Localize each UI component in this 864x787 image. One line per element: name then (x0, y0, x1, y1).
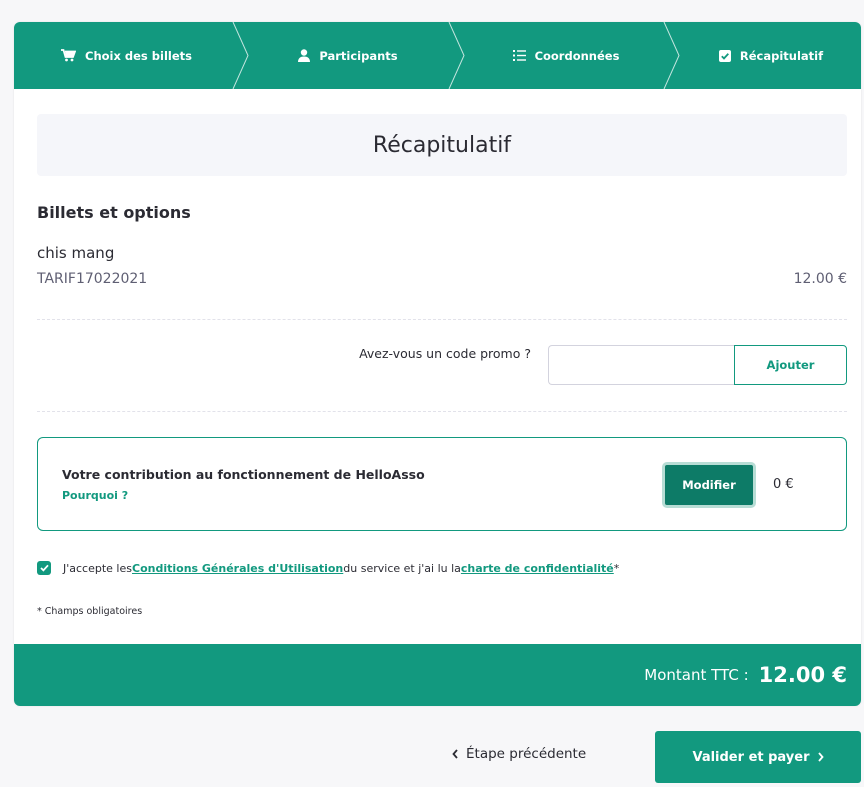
add-promo-button[interactable]: Ajouter (734, 345, 847, 385)
step-label: Choix des billets (85, 48, 192, 63)
user-icon (298, 49, 311, 62)
page-title: Récapitulatif (37, 114, 847, 176)
check-icon (39, 564, 49, 572)
terms-row: J'accepte les Conditions Générales d'Uti… (37, 561, 619, 575)
chevron-right-icon (817, 752, 824, 762)
step-bar: Choix des billets Participants Coordonné… (14, 22, 861, 89)
promo-label: Avez-vous un code promo ? (359, 346, 531, 361)
privacy-charter-link[interactable]: charte de confidentialité (461, 562, 614, 575)
chevron-left-icon (452, 749, 458, 759)
previous-step-label: Étape précédente (466, 746, 587, 762)
contribution-why-link[interactable]: Pourquoi ? (62, 489, 128, 502)
divider (37, 319, 847, 320)
step-recapitulatif[interactable]: Récapitulatif (681, 22, 861, 89)
tickets-heading: Billets et options (37, 203, 191, 222)
step-label: Coordonnées (534, 48, 620, 63)
ticket-tariff: TARIF17022021 (37, 271, 148, 287)
step-participants[interactable]: Participants (248, 22, 448, 89)
step-choix-des-billets[interactable]: Choix des billets (14, 22, 239, 89)
divider (37, 411, 847, 412)
cart-icon (61, 49, 76, 62)
ticket-holder-name: chis mang (37, 244, 115, 262)
modify-contribution-button[interactable]: Modifier (662, 462, 756, 508)
ticket-price: 12.00 € (793, 271, 847, 287)
terms-required-mark: * (613, 561, 620, 575)
contribution-box: Votre contribution au fonctionnement de … (37, 437, 847, 531)
cgu-link[interactable]: Conditions Générales d'Utilisation (132, 562, 343, 575)
validate-and-pay-button[interactable]: Valider et payer (655, 731, 861, 783)
total-label: Montant TTC : (644, 666, 749, 684)
step-label: Participants (319, 48, 398, 63)
pay-button-label: Valider et payer (692, 749, 810, 765)
terms-checkbox[interactable] (37, 561, 51, 575)
terms-text: du service et j'ai lu la (343, 561, 461, 575)
checkbox-icon (718, 49, 731, 62)
total-bar: Montant TTC : 12.00 € (14, 644, 861, 706)
step-coordonnees[interactable]: Coordonnées (466, 22, 666, 89)
step-label: Récapitulatif (739, 48, 824, 63)
contribution-title: Votre contribution au fonctionnement de … (62, 467, 425, 482)
promo-code-input[interactable] (548, 345, 734, 385)
required-fields-note: * Champs obligatoires (37, 606, 143, 617)
contribution-amount: 0 € (773, 477, 794, 492)
list-icon (512, 50, 526, 61)
previous-step-button[interactable]: Étape précédente (452, 746, 586, 762)
step-separator (663, 22, 680, 89)
total-amount: 12.00 € (758, 663, 847, 687)
step-separator (448, 22, 465, 89)
checkout-card: Choix des billets Participants Coordonné… (14, 22, 861, 706)
terms-text: J'accepte les (63, 561, 132, 575)
